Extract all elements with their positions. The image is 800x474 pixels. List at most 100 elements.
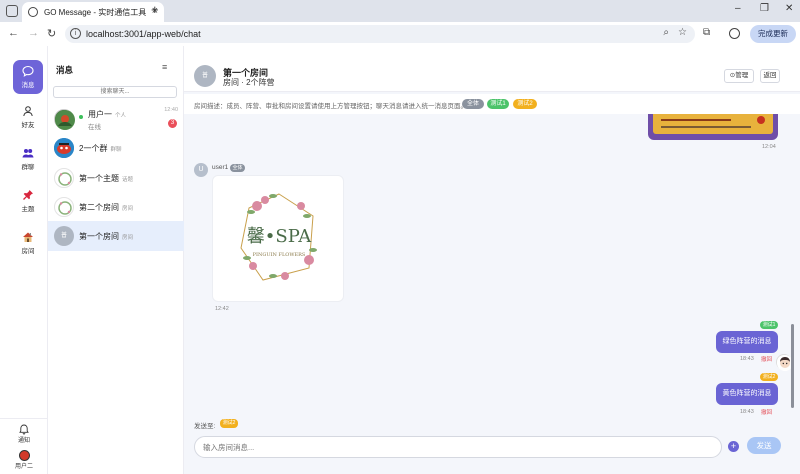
message-scrollbar[interactable] (791, 114, 794, 416)
rail-item-topics[interactable]: 主题 (13, 184, 43, 218)
update-button[interactable]: 完成更新 (750, 25, 796, 43)
avatar (54, 138, 74, 158)
profile-icon[interactable] (729, 28, 740, 39)
browser-tab[interactable]: GO Message - 实时通信工具 × (22, 2, 164, 22)
conversation-tag: 话题 (122, 177, 134, 183)
close-window-icon[interactable]: ✕ (785, 3, 793, 14)
forward-icon[interactable]: → (28, 27, 39, 39)
poster-line (661, 126, 751, 128)
poster-line (661, 119, 731, 121)
message-time: 12:04 (762, 144, 776, 150)
image-caption: 馨•SPA (247, 226, 312, 247)
recall-link[interactable]: 撤回 (761, 408, 772, 416)
globe-icon (28, 7, 38, 17)
online-status-text: 在线 (88, 124, 101, 131)
rail-label: 主题 (21, 206, 35, 213)
rail-label: 消息 (21, 82, 35, 89)
bookmark-star-icon[interactable]: ☆ (678, 27, 687, 38)
image-message[interactable]: 馨•SPA PINGUIN FLOWERS (212, 175, 344, 302)
scrollbar-thumb[interactable] (791, 324, 794, 408)
restore-icon[interactable]: ❐ (760, 3, 769, 14)
chat-header: 普 第一个房间 房间 · 2个阵营 ⊙管理 返回 (184, 46, 800, 92)
tab-title: GO Message - 实时通信工具 (44, 8, 147, 17)
minimize-icon[interactable]: – (735, 3, 741, 14)
notify-button[interactable]: 通知 (14, 424, 34, 444)
conversation-time: 12:40 (164, 107, 178, 113)
bell-icon (14, 424, 34, 435)
user-menu[interactable]: 用户二 (11, 450, 37, 470)
send-to-camp[interactable]: 测试2 (220, 419, 238, 428)
message-bubble[interactable]: 绿色阵营的消息 (716, 331, 778, 353)
browser-tabbar: GO Message - 实时通信工具 × + – ❐ ✕ (0, 0, 800, 22)
message-time: 18:43 (740, 356, 754, 362)
unread-badge: 3 (168, 119, 177, 128)
site-info-icon[interactable]: i (70, 28, 81, 39)
conversation-list: 消息 ≡ 用户一个人 在线 12:40 3 2一个群群聊 第一个主题话题 (48, 46, 184, 474)
manage-button[interactable]: ⊙管理 (724, 69, 754, 83)
rail-bottom: 通知 用户二 (0, 418, 48, 474)
conversation-name: 用户一 (88, 110, 112, 119)
add-icon[interactable]: + (728, 441, 739, 452)
rail-item-friends[interactable]: 好友 (13, 100, 43, 134)
chat-bubble-icon (22, 65, 34, 77)
avatar (18, 450, 30, 461)
message-input[interactable] (194, 436, 722, 458)
back-button[interactable]: 返回 (760, 69, 780, 83)
conversation-name: 第二个房间 (79, 203, 119, 212)
conversation-item-active[interactable]: 普 第一个房间 房间 (48, 221, 184, 251)
menu-icon[interactable]: ≡ (162, 62, 167, 72)
recall-link[interactable]: 撤回 (761, 355, 772, 363)
conversation-tag: 房间 (122, 206, 134, 212)
message-bubble[interactable]: 黄色阵营的消息 (716, 383, 778, 405)
extensions-icon[interactable]: ⧉ (703, 27, 710, 38)
rail-item-groups[interactable]: 群聊 (13, 142, 43, 176)
address-bar[interactable]: i localhost:3001/app-web/chat ⌕ ☆ (65, 25, 695, 43)
notify-label: 通知 (17, 438, 30, 444)
conversation-item[interactable]: 用户一 个人 在线 12:40 3 (48, 104, 184, 134)
camp-pill-green[interactable]: 测试1 (487, 99, 509, 109)
conversation-item[interactable]: 第二个房间 房间 (48, 192, 184, 222)
avatar (54, 197, 74, 217)
camp-tag: 测试2 (760, 373, 778, 381)
assistant-avatar[interactable] (776, 354, 793, 371)
rail-label: 好友 (21, 122, 35, 129)
room-description-bar: 房间描述：成员、阵营、审批和房间设置请使用上方管理按钮；聊天消息请进入统一消息页… (184, 94, 800, 114)
reload-icon[interactable]: ↻ (47, 27, 56, 40)
zoom-icon[interactable]: ⌕ (663, 27, 669, 38)
message-area: 12:04 U user1 全体 馨•SPA PINGUIN FLOWERS 1… (184, 114, 800, 416)
poster-image (653, 114, 773, 134)
camp-pill-all[interactable]: 全体 (462, 99, 484, 109)
url-text[interactable]: localhost:3001/app-web/chat (86, 29, 201, 39)
rail-item-rooms[interactable]: 房间 (13, 226, 43, 260)
search-input[interactable] (53, 86, 177, 98)
rail-item-messages[interactable]: 消息 (13, 60, 43, 94)
conversation-item[interactable]: 第一个主题 话题 (48, 163, 184, 193)
conversation-tag: 个人 (115, 113, 127, 119)
camp-tag: 全体 (230, 164, 245, 172)
avatar: 普 (54, 226, 74, 246)
list-title: 消息 (56, 65, 74, 75)
rail-label: 群聊 (21, 164, 35, 171)
room-subtitle: 房间 · 2个阵营 (223, 78, 275, 87)
new-tab-icon[interactable]: + (151, 2, 159, 17)
pin-icon (22, 189, 34, 201)
spa-logo-image: 馨•SPA PINGUIN FLOWERS (240, 193, 317, 281)
tab-actions-icon[interactable] (6, 5, 18, 17)
conversation-tag: 房间 (122, 235, 134, 241)
avatar: U (194, 163, 208, 177)
send-button[interactable]: 发送 (747, 437, 781, 454)
camp-tag: 测试1 (760, 321, 778, 329)
house-icon (22, 231, 34, 243)
room-avatar: 普 (194, 65, 216, 87)
send-to-label: 发送至: (194, 423, 216, 430)
browser-navbar: ← → ↻ i localhost:3001/app-web/chat ⌕ ☆ … (0, 22, 800, 46)
poster-image-message[interactable] (648, 114, 778, 140)
sender-name: user1 (212, 164, 229, 171)
camp-pill-yellow[interactable]: 测试2 (513, 99, 537, 109)
avatar (54, 109, 75, 130)
image-subcaption: PINGUIN FLOWERS (253, 252, 306, 258)
back-icon[interactable]: ← (8, 27, 19, 39)
nav-rail: 消息 好友 群聊 主题 房间 通知 用户二 (0, 46, 48, 474)
message-time: 12:42 (215, 306, 229, 312)
conversation-item[interactable]: 2一个群 群聊 (48, 133, 184, 163)
